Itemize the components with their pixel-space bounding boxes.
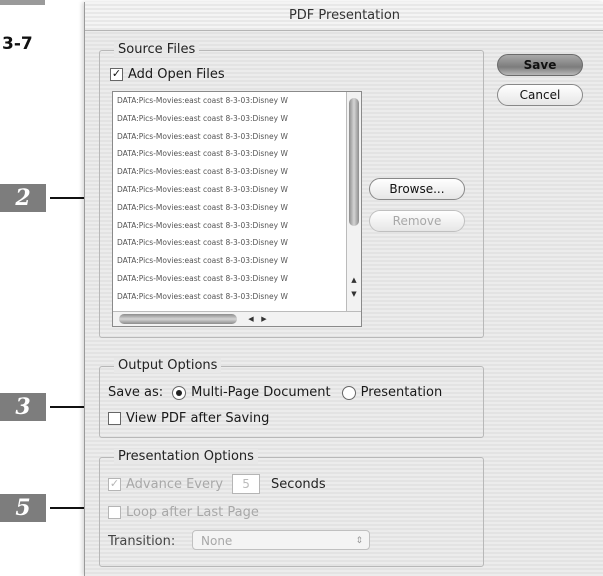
callout-3: 3 — [0, 393, 46, 421]
remove-button[interactable]: Remove — [369, 210, 465, 232]
multi-page-radio[interactable] — [172, 385, 187, 400]
vertical-scrollbar[interactable]: ▲ ▼ — [346, 92, 361, 312]
callout-5: 5 — [0, 494, 46, 522]
output-options-title: Output Options — [114, 358, 222, 373]
add-open-files-label: Add Open Files — [128, 67, 225, 82]
checkbox-checked-icon[interactable]: ✓ — [110, 68, 123, 81]
scroll-left-icon[interactable]: ◀ — [245, 312, 257, 326]
list-items: DATA:Pics-Movies:east coast 8-3-03:Disne… — [113, 92, 361, 323]
scroll-up-icon[interactable]: ▲ — [347, 274, 361, 286]
checkbox-unchecked-icon[interactable] — [108, 412, 121, 425]
callout-2: 2 — [0, 184, 46, 212]
list-item[interactable]: DATA:Pics-Movies:east coast 8-3-03:Disne… — [113, 199, 347, 217]
checkbox-checked-icon[interactable]: ✓ — [108, 477, 121, 491]
list-item[interactable]: DATA:Pics-Movies:east coast 8-3-03:Disne… — [113, 288, 347, 306]
view-pdf-checkbox[interactable]: View PDF after Saving — [108, 411, 269, 426]
save-button[interactable]: Save — [497, 54, 583, 76]
list-item[interactable]: DATA:Pics-Movies:east coast 8-3-03:Disne… — [113, 252, 347, 270]
source-files-title: Source Files — [114, 42, 200, 57]
transition-label: Transition: — [108, 534, 176, 549]
vertical-scroll-thumb[interactable] — [349, 98, 359, 226]
source-files-group: Source Files ✓ Add Open Files DATA:Pics-… — [99, 42, 484, 338]
dialog-title: PDF Presentation — [85, 2, 603, 31]
figure-label: 3-7 — [2, 34, 33, 54]
save-as-row: Save as: Multi-Page Document Presentatio… — [108, 385, 442, 400]
transition-value: None — [201, 534, 233, 548]
list-item[interactable]: DATA:Pics-Movies:east coast 8-3-03:Disne… — [113, 181, 347, 199]
advance-every-label: Advance Every — [126, 476, 224, 492]
list-item[interactable]: DATA:Pics-Movies:east coast 8-3-03:Disne… — [113, 234, 347, 252]
scroll-right-icon[interactable]: ▶ — [258, 312, 270, 326]
checkbox-unchecked-icon[interactable] — [108, 506, 121, 519]
pdf-presentation-dialog: PDF Presentation Source Files ✓ Add Open… — [84, 2, 603, 576]
horizontal-scrollbar[interactable]: ◀ ▶ — [113, 311, 361, 326]
list-item[interactable]: DATA:Pics-Movies:east coast 8-3-03:Disne… — [113, 217, 347, 235]
presentation-radio[interactable] — [341, 385, 356, 400]
save-as-label: Save as: — [108, 385, 164, 400]
loop-checkbox[interactable]: Loop after Last Page — [108, 505, 259, 520]
list-item[interactable]: DATA:Pics-Movies:east coast 8-3-03:Disne… — [113, 128, 347, 146]
list-item[interactable]: DATA:Pics-Movies:east coast 8-3-03:Disne… — [113, 92, 347, 110]
output-options-group: Output Options Save as: Multi-Page Docum… — [99, 358, 484, 438]
select-arrows-icon: ⇕ — [355, 536, 363, 546]
view-pdf-label: View PDF after Saving — [126, 411, 270, 426]
horizontal-scroll-thumb[interactable] — [119, 314, 237, 324]
list-item[interactable]: DATA:Pics-Movies:east coast 8-3-03:Disne… — [113, 270, 347, 288]
presentation-options-group: Presentation Options ✓ Advance Every 5 S… — [99, 449, 484, 567]
scroll-down-icon[interactable]: ▼ — [347, 288, 361, 300]
figure-header-bar — [0, 0, 45, 5]
list-item[interactable]: DATA:Pics-Movies:east coast 8-3-03:Disne… — [113, 163, 347, 181]
transition-select[interactable]: None ⇕ — [192, 530, 370, 550]
advance-every-checkbox[interactable]: ✓ Advance Every 5 Seconds — [108, 474, 326, 494]
list-item[interactable]: DATA:Pics-Movies:east coast 8-3-03:Disne… — [113, 110, 347, 128]
advance-seconds-input[interactable]: 5 — [232, 474, 261, 494]
loop-label: Loop after Last Page — [126, 505, 259, 520]
browse-button[interactable]: Browse... — [369, 178, 465, 200]
seconds-label: Seconds — [271, 476, 326, 492]
presentation-options-title: Presentation Options — [114, 449, 258, 464]
presentation-label: Presentation — [360, 385, 443, 400]
add-open-files-checkbox[interactable]: ✓ Add Open Files — [110, 67, 225, 82]
source-files-list[interactable]: DATA:Pics-Movies:east coast 8-3-03:Disne… — [112, 91, 362, 327]
multi-page-label: Multi-Page Document — [191, 385, 331, 400]
transition-row: Transition: — [108, 534, 175, 549]
list-item[interactable]: DATA:Pics-Movies:east coast 8-3-03:Disne… — [113, 145, 347, 163]
cancel-button[interactable]: Cancel — [497, 84, 583, 106]
